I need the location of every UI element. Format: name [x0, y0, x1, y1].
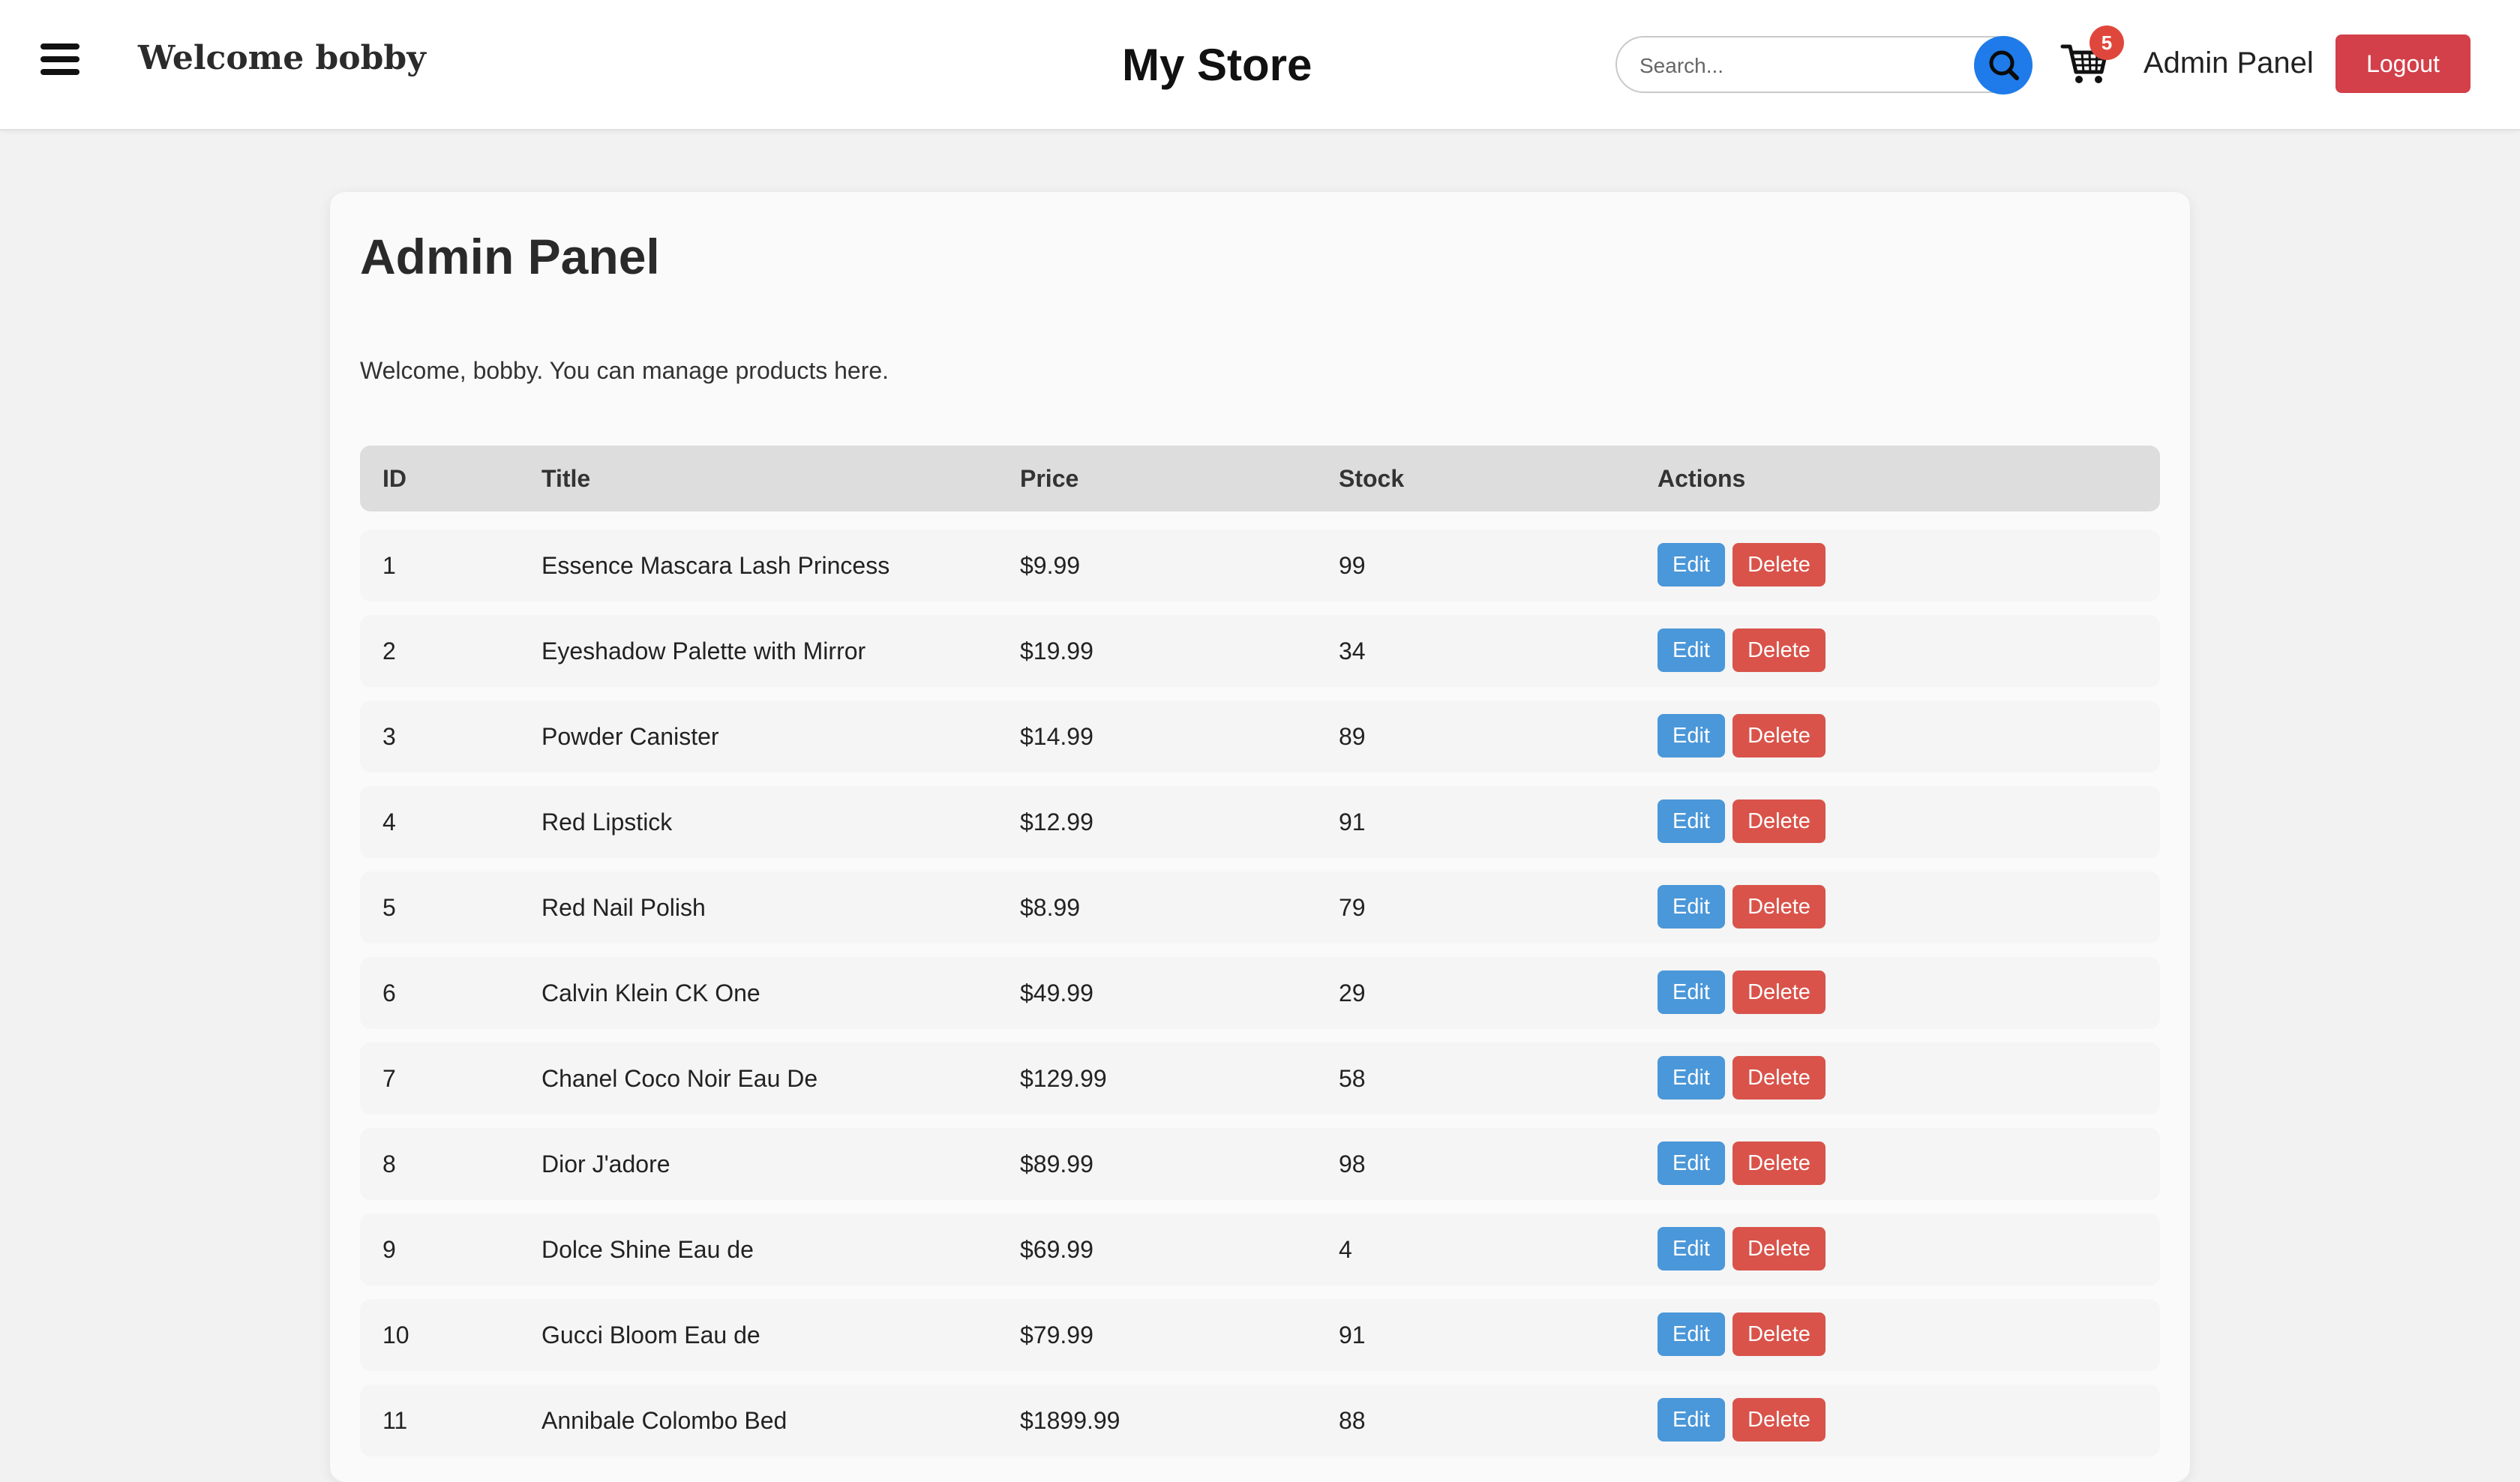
table-row: 1 Essence Mascara Lash Princess $9.99 99… [360, 530, 2160, 602]
search-box [1616, 36, 2032, 93]
cell-id: 2 [382, 638, 396, 664]
cell-price: $19.99 [1020, 638, 1094, 664]
table-row: 11 Annibale Colombo Bed $1899.99 88 Edit… [360, 1384, 2160, 1456]
delete-button[interactable]: Delete [1732, 1142, 1826, 1185]
cell-id: 5 [382, 894, 396, 921]
column-header-id: ID [382, 465, 406, 492]
cell-price: $49.99 [1020, 980, 1094, 1006]
top-navbar: Welcome bobby My Store 5 Admin Panel Log… [0, 0, 2520, 130]
cell-title: Calvin Klein CK One [542, 980, 760, 1006]
cell-id: 11 [382, 1407, 408, 1434]
delete-button[interactable]: Delete [1732, 970, 1826, 1014]
cell-id: 7 [382, 1065, 396, 1092]
table-row: 4 Red Lipstick $12.99 91 Edit Delete [360, 786, 2160, 858]
cell-stock: 99 [1339, 552, 1366, 579]
search-button[interactable] [1974, 36, 2032, 94]
cell-id: 4 [382, 808, 396, 836]
cell-title: Eyeshadow Palette with Mirror [542, 638, 866, 664]
cell-price: $14.99 [1020, 723, 1094, 750]
admin-panel-link[interactable]: Admin Panel [2144, 46, 2314, 80]
delete-button[interactable]: Delete [1732, 1227, 1826, 1270]
cell-id: 10 [382, 1322, 410, 1348]
table-row: 2 Eyeshadow Palette with Mirror $19.99 3… [360, 615, 2160, 687]
delete-button[interactable]: Delete [1732, 1398, 1826, 1442]
delete-button[interactable]: Delete [1732, 885, 1826, 928]
cell-stock: 34 [1339, 638, 1366, 664]
edit-button[interactable]: Edit [1658, 1142, 1725, 1185]
cell-price: $1899.99 [1020, 1407, 1120, 1434]
cell-title: Dior J'adore [542, 1150, 670, 1178]
edit-button[interactable]: Edit [1658, 800, 1725, 843]
cell-title: Annibale Colombo Bed [542, 1407, 788, 1434]
column-header-actions: Actions [1658, 465, 1746, 492]
cell-price: $89.99 [1020, 1150, 1094, 1178]
cell-title: Dolce Shine Eau de [542, 1236, 754, 1263]
welcome-greeting: Welcome bobby [138, 39, 426, 77]
table-row: 8 Dior J'adore $89.99 98 Edit Delete [360, 1128, 2160, 1200]
column-header-stock: Stock [1339, 465, 1405, 492]
cell-price: $9.99 [1020, 552, 1081, 579]
edit-button[interactable]: Edit [1658, 628, 1725, 672]
delete-button[interactable]: Delete [1732, 1312, 1826, 1356]
edit-button[interactable]: Edit [1658, 714, 1725, 758]
cell-stock: 91 [1339, 808, 1366, 836]
delete-button[interactable]: Delete [1732, 543, 1826, 586]
table-row: 10 Gucci Bloom Eau de $79.99 91 Edit Del… [360, 1299, 2160, 1371]
table-header: ID Title Price Stock Actions [360, 446, 2160, 512]
admin-panel-card: Admin Panel Welcome, bobby. You can mana… [330, 192, 2190, 1482]
cell-id: 1 [382, 552, 396, 579]
edit-button[interactable]: Edit [1658, 885, 1725, 928]
search-icon [1989, 50, 2019, 80]
cell-stock: 89 [1339, 723, 1366, 750]
cell-stock: 88 [1339, 1407, 1366, 1434]
edit-button[interactable]: Edit [1658, 543, 1725, 586]
cell-price: $69.99 [1020, 1236, 1094, 1263]
cell-stock: 58 [1339, 1065, 1366, 1092]
cell-stock: 4 [1339, 1236, 1352, 1263]
store-title: My Store [1122, 40, 1312, 90]
edit-button[interactable]: Edit [1658, 970, 1725, 1014]
edit-button[interactable]: Edit [1658, 1312, 1725, 1356]
cell-title: Red Lipstick [542, 808, 673, 836]
page-title: Admin Panel [360, 229, 660, 284]
cell-id: 9 [382, 1236, 396, 1263]
cell-price: $12.99 [1020, 808, 1094, 836]
cell-title: Essence Mascara Lash Princess [542, 552, 890, 579]
column-header-price: Price [1020, 465, 1079, 492]
cell-title: Red Nail Polish [542, 894, 706, 921]
search-input[interactable] [1638, 46, 1986, 86]
cell-id: 3 [382, 723, 396, 750]
hamburger-menu-icon[interactable] [40, 44, 80, 75]
cell-title: Chanel Coco Noir Eau De [542, 1065, 818, 1092]
delete-button[interactable]: Delete [1732, 628, 1826, 672]
table-row: 3 Powder Canister $14.99 89 Edit Delete [360, 700, 2160, 772]
logout-button[interactable]: Logout [2336, 34, 2470, 93]
edit-button[interactable]: Edit [1658, 1398, 1725, 1442]
delete-button[interactable]: Delete [1732, 1056, 1826, 1100]
edit-button[interactable]: Edit [1658, 1227, 1725, 1270]
cell-stock: 91 [1339, 1322, 1366, 1348]
column-header-title: Title [542, 465, 591, 492]
cart-count-badge: 5 [2090, 26, 2124, 60]
cell-stock: 29 [1339, 980, 1366, 1006]
cell-price: $129.99 [1020, 1065, 1107, 1092]
table-row: 9 Dolce Shine Eau de $69.99 4 Edit Delet… [360, 1214, 2160, 1286]
delete-button[interactable]: Delete [1732, 800, 1826, 843]
cell-title: Gucci Bloom Eau de [542, 1322, 760, 1348]
cell-stock: 79 [1339, 894, 1366, 921]
welcome-message: Welcome, bobby. You can manage products … [360, 357, 890, 384]
cell-id: 6 [382, 980, 396, 1006]
delete-button[interactable]: Delete [1732, 714, 1826, 758]
cell-title: Powder Canister [542, 723, 719, 750]
cell-id: 8 [382, 1150, 396, 1178]
table-row: 5 Red Nail Polish $8.99 79 Edit Delete [360, 872, 2160, 944]
table-row: 7 Chanel Coco Noir Eau De $129.99 58 Edi… [360, 1042, 2160, 1114]
cell-price: $79.99 [1020, 1322, 1094, 1348]
cell-stock: 98 [1339, 1150, 1366, 1178]
table-row: 6 Calvin Klein CK One $49.99 29 Edit Del… [360, 957, 2160, 1029]
edit-button[interactable]: Edit [1658, 1056, 1725, 1100]
cell-price: $8.99 [1020, 894, 1081, 921]
